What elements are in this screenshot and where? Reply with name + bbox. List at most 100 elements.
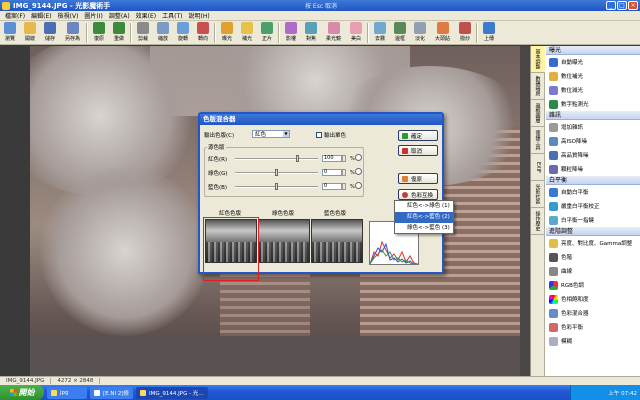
hq-denoise-item[interactable]: 高品質降噪 [546, 148, 640, 162]
green-value-input[interactable]: 0 [322, 169, 342, 176]
green-reset-icon[interactable] [355, 168, 362, 175]
green-slider-thumb[interactable] [275, 169, 278, 176]
exposure-button[interactable]: 曝光 [217, 21, 237, 45]
close-button[interactable]: × [628, 1, 638, 10]
tab-frame-layers[interactable]: 邊框圖層 [531, 100, 545, 127]
severe-wb-item[interactable]: 嚴重白平衡校正 [546, 199, 640, 213]
studio-button[interactable]: 影樓 [281, 21, 301, 45]
red-spin[interactable] [342, 155, 346, 162]
channel-mixer-item[interactable]: 色彩混合器 [546, 306, 640, 320]
mono-checkbox[interactable] [316, 132, 322, 138]
color-swap-button[interactable]: 色彩互換 [398, 189, 438, 200]
menu-tools[interactable]: 工具(T) [159, 11, 185, 20]
dehaze-button[interactable]: 去霧 [370, 21, 390, 45]
blue-value-input[interactable]: 0 [322, 183, 342, 190]
redo-button[interactable]: 重做 [109, 21, 129, 45]
menu-image[interactable]: 圖片(I) [81, 11, 105, 20]
tab-exif[interactable]: EXIF [531, 154, 545, 181]
green-channel-preview[interactable] [258, 219, 310, 263]
tab-basic-adjust[interactable]: 基本調整 [531, 46, 545, 73]
swap-option-red-green[interactable]: 紅色<->綠色 (1) [395, 201, 453, 212]
sticker-button[interactable]: 大頭貼 [430, 21, 455, 45]
blue-slider-thumb[interactable] [275, 183, 278, 190]
grain-denoise-item[interactable]: 顆粒降噪 [546, 162, 640, 176]
fade-button[interactable]: 淡化 [410, 21, 430, 45]
stir-button[interactable]: 撥炒 [455, 21, 475, 45]
menu-edit[interactable]: 編輯(E) [28, 11, 54, 20]
app-icon [140, 389, 146, 396]
tab-history[interactable]: 操作歷史 [531, 208, 545, 235]
canvas-margin [0, 46, 30, 376]
taskbar-item[interactable]: [E.NI 2]修 [90, 386, 133, 399]
spot-metering-item[interactable]: 數字點測光 [546, 97, 640, 111]
rotate-button[interactable]: 旋轉 [173, 21, 193, 45]
menu-effects[interactable]: 效果(E) [133, 11, 159, 20]
metering-icon [549, 99, 558, 109]
taskbar-item[interactable]: jpg [47, 386, 87, 399]
reset-button[interactable]: 復原 [398, 173, 438, 184]
whiten-button[interactable]: 美白 [346, 21, 366, 45]
green-spin[interactable] [342, 169, 346, 176]
undo-button[interactable]: 復原 [89, 21, 109, 45]
green-preview-label: 綠色色版 [272, 211, 295, 217]
stir-icon [459, 22, 471, 34]
hue-saturation-item[interactable]: 色相飽和度 [546, 292, 640, 306]
save-as-button[interactable]: 另存為 [60, 21, 85, 45]
sharpen-button[interactable]: 對焦 [301, 21, 321, 45]
red-reset-icon[interactable] [355, 154, 362, 161]
minimize-button[interactable]: _ [606, 1, 616, 10]
blur-item[interactable]: 模糊 [546, 334, 640, 348]
tab-digital-darkroom[interactable]: 數碼暗房 [531, 73, 545, 100]
selected-preview-highlight [203, 217, 259, 281]
ok-button[interactable]: 確定 [398, 130, 438, 141]
slide-film-button[interactable]: 正片 [257, 21, 277, 45]
blue-channel-preview[interactable] [311, 219, 363, 263]
blue-spin[interactable] [342, 183, 346, 190]
upload-button[interactable]: 上傳 [479, 21, 499, 45]
browse-button[interactable]: 瀏覽 [0, 21, 20, 45]
auto-wb-item[interactable]: 自動白平衡 [546, 185, 640, 199]
output-channel-select[interactable]: 紅色 ▼ [252, 130, 290, 138]
curves-item[interactable]: 曲線 [546, 264, 640, 278]
menu-bar: 檔案(F) 編輯(E) 檢視(V) 圖片(I) 調整(A) 效果(E) 工具(T… [0, 11, 640, 21]
wb-one-click-item[interactable]: 白平衡一指鍵 [546, 213, 640, 227]
crop-button[interactable]: 剪裁 [133, 21, 153, 45]
section-white-balance-header[interactable]: 白平衡 [546, 176, 640, 185]
tab-community[interactable]: 光影社區 [531, 181, 545, 208]
menu-view[interactable]: 檢視(V) [55, 11, 82, 20]
soft-focus-button[interactable]: 柔光鏡 [321, 21, 346, 45]
auto-exposure-item[interactable]: 自動曝光 [546, 55, 640, 69]
levels-item[interactable]: 色階 [546, 250, 640, 264]
swap-option-red-blue[interactable]: 紅色<->藍色 (2) [395, 212, 453, 223]
rgb-tone-item[interactable]: RGB色調 [546, 278, 640, 292]
red-slider-track[interactable] [235, 158, 318, 160]
red-slider-thumb[interactable] [295, 155, 299, 162]
menu-adjust[interactable]: 調整(A) [106, 11, 133, 20]
section-advanced-header[interactable]: 進階調整 [546, 227, 640, 236]
high-iso-denoise-item[interactable]: 高ISO降噪 [546, 134, 640, 148]
section-noise-header[interactable]: 雜訊 [546, 111, 640, 120]
maximize-button[interactable]: □ [617, 1, 627, 10]
start-button[interactable]: 開始 [0, 385, 44, 400]
fill-light-button[interactable]: 補光 [237, 21, 257, 45]
blue-reset-icon[interactable] [355, 182, 362, 189]
red-value-input[interactable]: 100 [322, 155, 342, 162]
open-button[interactable]: 開啟 [20, 21, 40, 45]
menu-help[interactable]: 說明(H) [186, 11, 213, 20]
save-button[interactable]: 儲存 [40, 21, 60, 45]
color-balance-item[interactable]: 色彩平衡 [546, 320, 640, 334]
clock[interactable]: 上午 07:42 [608, 389, 637, 397]
brightness-contrast-item[interactable]: 亮度、對比度、Gamma調整 [546, 236, 640, 250]
menu-file[interactable]: 檔案(F) [2, 11, 28, 20]
section-exposure-header[interactable]: 曝光 [546, 46, 640, 55]
digital-fill-item[interactable]: 數位補光 [546, 69, 640, 83]
tab-quick-tools[interactable]: 便捷工具 [531, 127, 545, 154]
digital-reduce-item[interactable]: 數位減光 [546, 83, 640, 97]
swap-option-green-blue[interactable]: 綠色<->藍色 (3) [395, 223, 453, 234]
resize-button[interactable]: 縮放 [153, 21, 173, 45]
frame-button[interactable]: 邊框 [390, 21, 410, 45]
flip-button[interactable]: 轉向 [193, 21, 213, 45]
cancel-button[interactable]: 取消 [398, 145, 438, 156]
taskbar-item-active[interactable]: IMG_9144.JPG - 光... [136, 386, 208, 399]
add-noise-item[interactable]: 增加雜訊 [546, 120, 640, 134]
